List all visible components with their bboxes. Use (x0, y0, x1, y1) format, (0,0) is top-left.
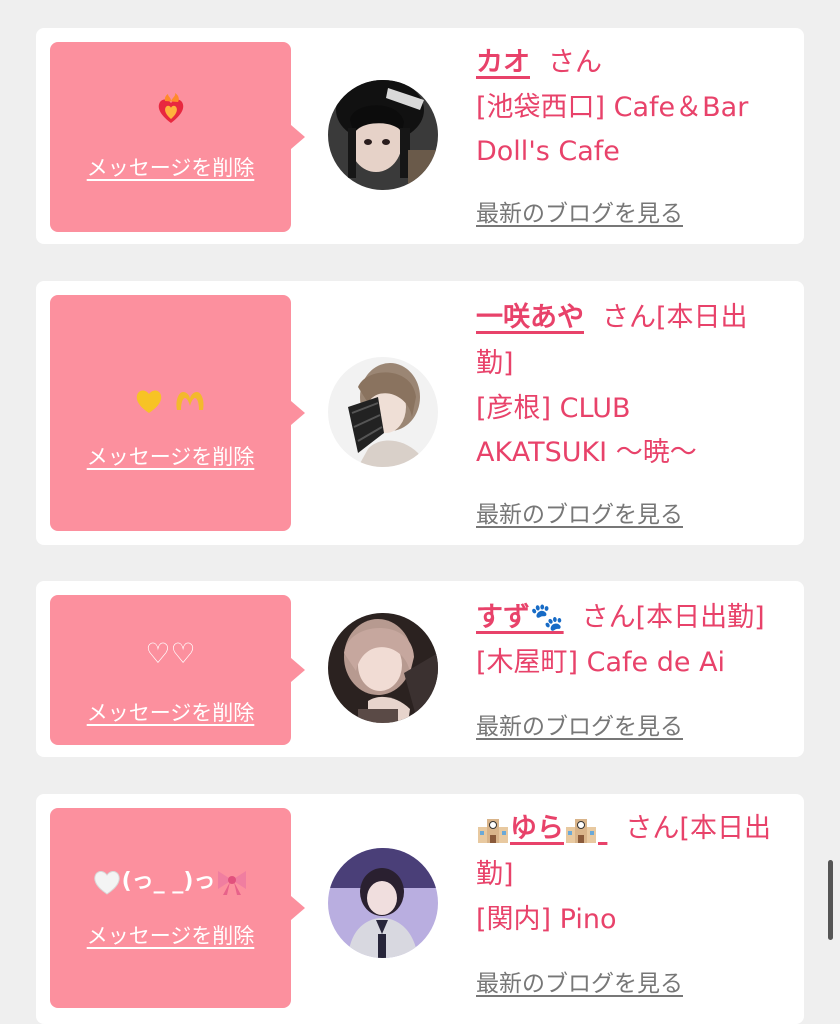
avatar[interactable] (328, 80, 438, 190)
favorite-card: (っ_ _)っ メッセージを削除 ゆら さん[本日出 勤] [関内] Pino … (36, 794, 804, 1024)
burning-heart-icon (50, 92, 291, 127)
honorific-text-continued: 勤] (476, 859, 514, 890)
cast-name-link[interactable]: 一咲あや (476, 302, 584, 333)
message-bubble: メッセージを削除 (50, 42, 305, 232)
cast-info: すず🐾 さん[本日出勤] [木屋町] Cafe de Ai (476, 595, 806, 685)
message-bubble: (っ_ _)っ メッセージを削除 (50, 808, 305, 1008)
cast-name-link[interactable]: ゆら (476, 813, 607, 844)
message-text: ♡♡ (145, 637, 196, 670)
latest-blog-link[interactable]: 最新のブログを見る (476, 495, 683, 529)
white-heart-icon (93, 871, 120, 895)
latest-blog-link[interactable]: 最新のブログを見る (476, 194, 683, 228)
scrollbar[interactable] (828, 860, 833, 940)
shop-name-line1: [木屋町] Cafe de Ai (476, 647, 726, 678)
delete-message-link[interactable]: メッセージを削除 (50, 920, 291, 950)
cast-name-text: ゆら (510, 813, 564, 844)
shop-name-line2: Doll's Cafe (476, 136, 620, 167)
favorite-card: ♡♡ メッセージを削除 すず🐾 さん[本日出勤] [木屋町] Cafe de Ai… (36, 581, 804, 757)
delete-message-link[interactable]: メッセージを削除 (50, 441, 291, 471)
honorific-text: さん[本日出 (602, 302, 748, 333)
shop-name-line1: [彦根] CLUB (476, 393, 631, 424)
school-icon (478, 818, 508, 843)
message-bubble: ♡♡ メッセージを削除 (50, 595, 305, 745)
delete-message-link[interactable]: メッセージを削除 (50, 697, 291, 727)
delete-message-link[interactable]: メッセージを削除 (50, 152, 291, 182)
cast-info: 一咲あや さん[本日出 勤] [彦根] CLUB AKATSUKI 〜暁〜 (476, 295, 796, 475)
shop-name-line1: [関内] Pino (476, 904, 617, 935)
honorific-text: さん (548, 47, 602, 78)
school-icon (566, 818, 596, 843)
message-content: (っ_ _)っ (50, 864, 291, 899)
favorite-card: メッセージを削除 一咲あや さん[本日出 勤] [彦根] CLUB AKATSUK… (36, 281, 804, 545)
cast-name-link[interactable]: カオ (476, 47, 530, 78)
message-bubble: メッセージを削除 (50, 295, 305, 531)
honorific-text-continued: 勤] (476, 348, 514, 379)
shop-name-line2: AKATSUKI 〜暁〜 (476, 437, 697, 468)
avatar[interactable] (328, 357, 438, 467)
honorific-text: さん[本日出勤] (581, 602, 765, 633)
shop-name-line1: [池袋西口] Cafe＆Bar (476, 92, 749, 123)
ribbon-icon (218, 871, 247, 895)
cast-info: カオ さん [池袋西口] Cafe＆Bar Doll's Cafe (476, 40, 796, 174)
avatar[interactable] (328, 613, 438, 723)
avatar[interactable] (328, 848, 438, 958)
kaomoji-text: (っ_ _)っ (121, 869, 216, 894)
honorific-text: さん[本日出 (625, 813, 771, 844)
cast-info: ゆら さん[本日出 勤] [関内] Pino (476, 806, 796, 942)
latest-blog-link[interactable]: 最新のブログを見る (476, 707, 683, 741)
cast-name-link[interactable]: すず🐾 (476, 602, 564, 633)
favorite-card: メッセージを削除 カオ さん [池袋西口] Cafe＆Bar Doll's Caf… (36, 28, 804, 244)
latest-blog-link[interactable]: 最新のブログを見る (476, 964, 683, 998)
yellow-heart-and-heart-hands-icon (50, 383, 291, 417)
